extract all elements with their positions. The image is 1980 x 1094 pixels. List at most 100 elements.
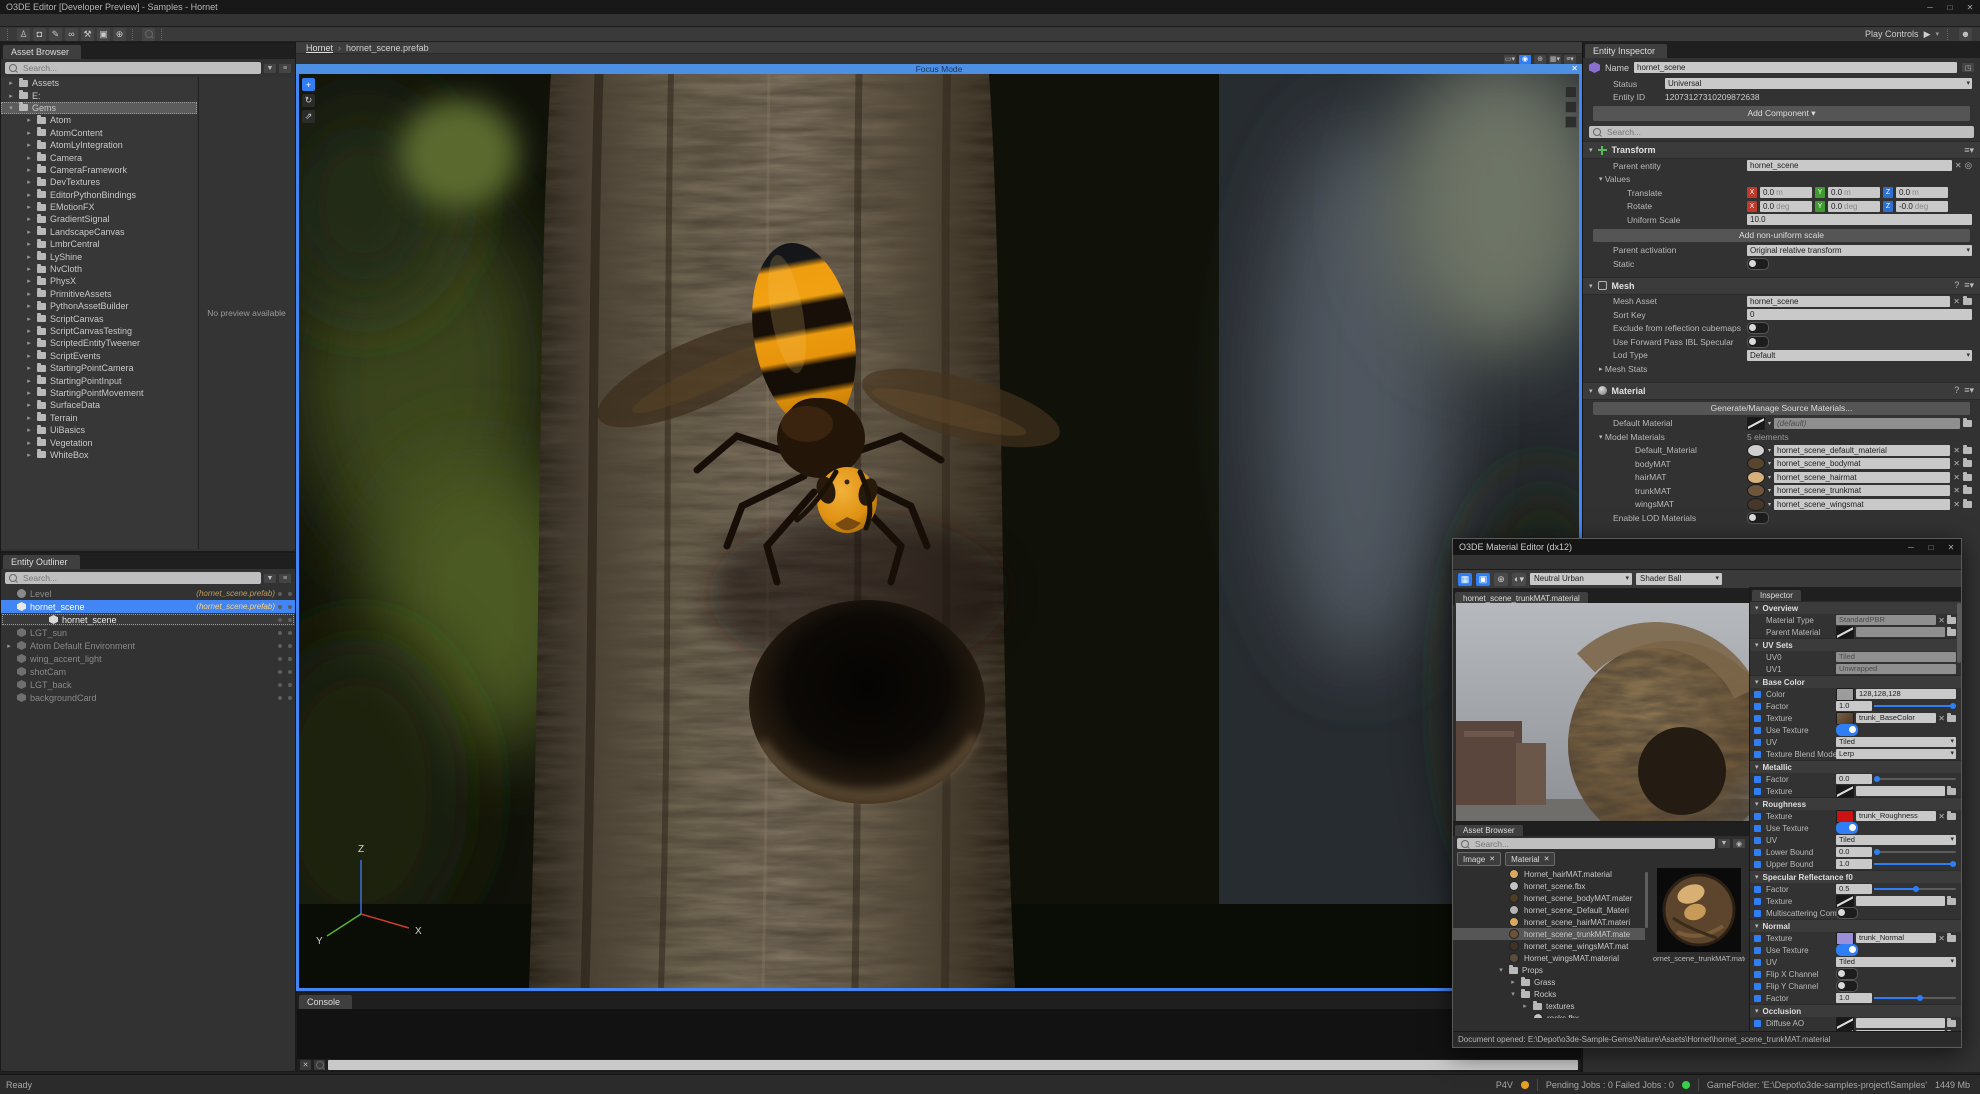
- sort-icon[interactable]: ≡: [279, 574, 291, 583]
- visibility-lock-icons[interactable]: [278, 683, 292, 687]
- specular-section[interactable]: ▾Specular Reflectance f0: [1750, 870, 1961, 883]
- expand-icon[interactable]: ▸: [25, 327, 33, 335]
- expand-icon[interactable]: ▸: [25, 302, 33, 310]
- add-component-button[interactable]: Add Component ▾: [1593, 106, 1970, 121]
- model-preset-dropdown[interactable]: Shader Ball: [1636, 573, 1722, 585]
- uv-dropdown[interactable]: Tiled: [1836, 957, 1956, 967]
- upper-bound-slider[interactable]: [1874, 863, 1956, 865]
- filter-chip-material[interactable]: Material✕: [1505, 852, 1555, 866]
- asset-tree-item[interactable]: ▸ EMotionFX: [1, 201, 197, 213]
- browse-icon[interactable]: [1963, 420, 1972, 427]
- exclude-reflection-toggle[interactable]: [1747, 322, 1769, 334]
- expand-icon[interactable]: [1521, 1002, 1529, 1010]
- texture-field[interactable]: trunk_BaseColor: [1856, 713, 1936, 723]
- asset-file-row[interactable]: hornet_scene_Default_Materi: [1453, 904, 1645, 916]
- minimize-icon[interactable]: ─: [1901, 543, 1921, 552]
- expand-icon[interactable]: ▸: [25, 451, 33, 459]
- generate-materials-button[interactable]: Generate/Manage Source Materials...: [1593, 402, 1970, 415]
- asset-file-row[interactable]: hornet_scene_trunkMAT.mate: [1453, 928, 1645, 940]
- property-link-icon[interactable]: [1754, 898, 1761, 905]
- jobs-status[interactable]: Pending Jobs : 0 Failed Jobs : 0: [1546, 1080, 1674, 1090]
- outliner-row[interactable]: ▸ wing_accent_light: [1, 652, 295, 665]
- texture-field[interactable]: [1856, 786, 1945, 796]
- collapse-icon[interactable]: ▾: [7, 104, 15, 112]
- browse-icon[interactable]: [1963, 460, 1972, 467]
- expand-icon[interactable]: ▸: [25, 315, 33, 323]
- p4v-label[interactable]: P4V: [1496, 1080, 1513, 1090]
- expand-icon[interactable]: ▸: [7, 92, 15, 100]
- asset-tree-item[interactable]: ▸ ScriptCanvasTesting: [1, 325, 197, 337]
- uniform-scale-field[interactable]: 10.0: [1747, 214, 1972, 225]
- asset-tree-item[interactable]: ▸ AtomLyIntegration: [1, 139, 197, 151]
- material-swatch[interactable]: [1747, 457, 1765, 470]
- factor-slider[interactable]: [1874, 705, 1956, 707]
- property-link-icon[interactable]: [1754, 861, 1761, 868]
- multiscatter-toggle[interactable]: [1836, 907, 1858, 919]
- expand-icon[interactable]: ▸: [25, 377, 33, 385]
- asset-tree-item[interactable]: ▸ Assets: [1, 77, 197, 89]
- tonemap-icon[interactable]: ◐▾: [1512, 573, 1526, 586]
- visibility-lock-icons[interactable]: [278, 631, 292, 635]
- property-link-icon[interactable]: [1754, 727, 1761, 734]
- uv-dropdown[interactable]: Tiled: [1836, 737, 1956, 747]
- browse-icon[interactable]: [1947, 617, 1956, 624]
- focus-close-icon[interactable]: ✕: [1571, 64, 1578, 73]
- asset-folder-row[interactable]: rocks.fbx: [1453, 1012, 1645, 1018]
- texture-thumb[interactable]: [1836, 895, 1854, 908]
- preview-eye-icon[interactable]: ◉: [1733, 839, 1745, 848]
- property-link-icon[interactable]: [1754, 715, 1761, 722]
- property-link-icon[interactable]: [1754, 776, 1761, 783]
- viewport-side-button[interactable]: [1565, 86, 1577, 98]
- expand-icon[interactable]: ▸: [25, 215, 33, 223]
- clear-icon[interactable]: ✕: [1953, 500, 1960, 509]
- expand-icon[interactable]: ▸: [25, 116, 33, 124]
- visibility-lock-icons[interactable]: [278, 605, 292, 609]
- expand-icon[interactable]: ▸: [25, 277, 33, 285]
- expand-icon[interactable]: ▸: [25, 154, 33, 162]
- outliner-row[interactable]: ▸ hornet_scene: [1, 613, 295, 626]
- texture-field[interactable]: trunk_Roughness: [1856, 811, 1936, 821]
- asset-tree-item[interactable]: ▸ WhiteBox: [1, 449, 197, 461]
- enable-lod-toggle[interactable]: [1747, 512, 1769, 524]
- property-link-icon[interactable]: [1754, 703, 1761, 710]
- asset-file-row[interactable]: hornet_scene.fbx: [1453, 880, 1645, 892]
- asset-tree-item[interactable]: ▸ LyShine: [1, 250, 197, 262]
- help-icon[interactable]: ?: [1954, 280, 1959, 291]
- viewport-side-button[interactable]: [1565, 116, 1577, 128]
- search-input[interactable]: [1473, 838, 1711, 850]
- entity-options-icon[interactable]: ◳: [1962, 63, 1974, 72]
- asset-tree-item[interactable]: ▸ SurfaceData: [1, 399, 197, 411]
- asset-tree-item[interactable]: ▸ GradientSignal: [1, 213, 197, 225]
- asset-search[interactable]: [1457, 838, 1715, 849]
- component-menu-icon[interactable]: ≡▾: [1964, 280, 1974, 291]
- clear-icon[interactable]: ✕: [1953, 473, 1960, 482]
- roughness-section[interactable]: ▾Roughness: [1750, 797, 1961, 810]
- minimize-icon[interactable]: ─: [1920, 3, 1940, 12]
- property-link-icon[interactable]: [1754, 739, 1761, 746]
- material-asset-field[interactable]: hornet_scene_trunkmat: [1774, 485, 1950, 496]
- use-texture-toggle[interactable]: [1836, 944, 1858, 956]
- component-menu-icon[interactable]: ≡▾: [1964, 385, 1974, 396]
- close-icon[interactable]: ✕: [1941, 543, 1961, 552]
- asset-tree-item[interactable]: ▸ ScriptEvents: [1, 350, 197, 362]
- asset-tree-item[interactable]: ▸ Terrain: [1, 412, 197, 424]
- play-dropdown-icon[interactable]: ▾: [1935, 30, 1939, 38]
- component-menu-icon[interactable]: ≡▾: [1964, 145, 1974, 156]
- expand-icon[interactable]: ▸: [25, 203, 33, 211]
- texture-thumb[interactable]: [1836, 810, 1854, 823]
- visibility-lock-icons[interactable]: [278, 657, 292, 661]
- factor-slider[interactable]: [1874, 997, 1956, 999]
- tab-inspector[interactable]: Inspector: [1752, 590, 1801, 601]
- asset-folder-row[interactable]: Grass: [1453, 976, 1645, 988]
- property-link-icon[interactable]: [1754, 849, 1761, 856]
- entity-name-input[interactable]: [1634, 62, 1957, 73]
- texture-thumb[interactable]: [1836, 712, 1854, 725]
- asset-file-row[interactable]: hornet_scene_hairMAT.materi: [1453, 916, 1645, 928]
- tab-entity-outliner[interactable]: Entity Outliner: [3, 555, 80, 569]
- search-tool-icon[interactable]: [142, 28, 155, 41]
- ibl-specular-toggle[interactable]: [1747, 336, 1769, 348]
- asset-file-row[interactable]: Hornet_hairMAT.material: [1453, 868, 1645, 880]
- browse-icon[interactable]: [1963, 447, 1972, 454]
- expand-icon[interactable]: ▸: [25, 290, 33, 298]
- default-material-field[interactable]: (default): [1774, 418, 1960, 429]
